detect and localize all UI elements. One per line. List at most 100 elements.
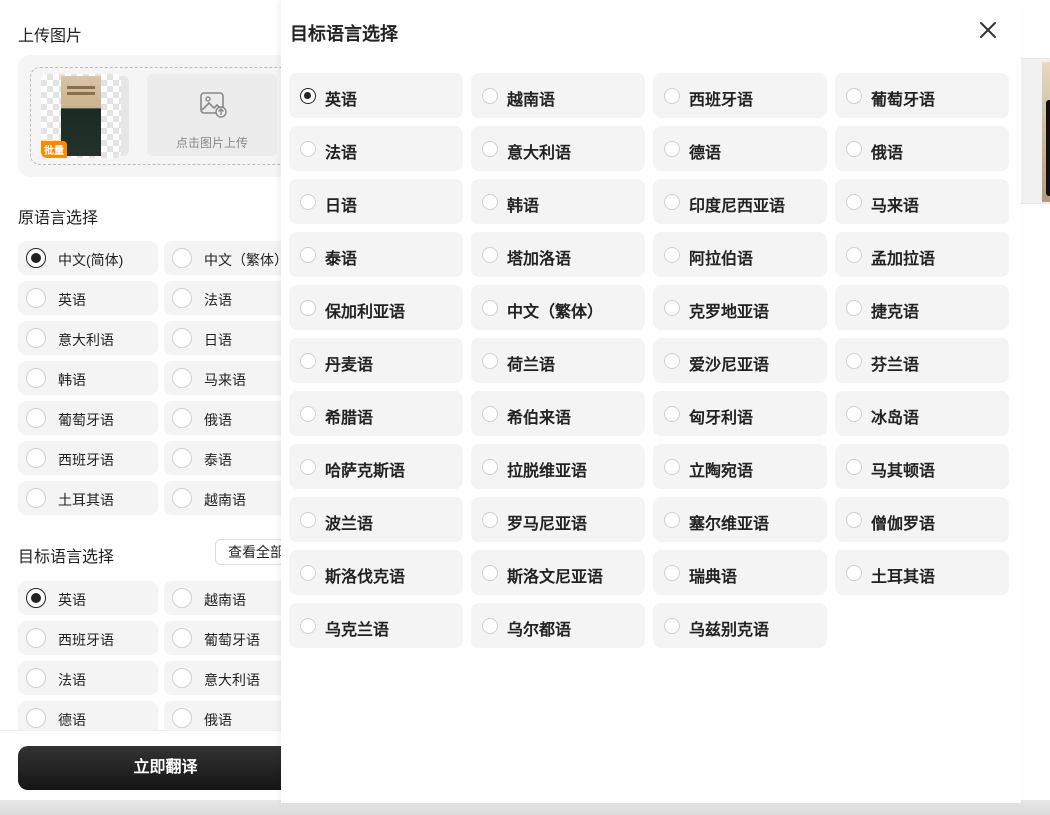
- language-option[interactable]: 泰语: [289, 232, 463, 277]
- language-option[interactable]: 西班牙语: [18, 621, 158, 655]
- radio-button[interactable]: [300, 459, 316, 475]
- radio-button[interactable]: [846, 512, 862, 528]
- language-option[interactable]: 芬兰语: [835, 338, 1009, 383]
- language-option[interactable]: 斯洛文尼亚语: [471, 550, 645, 595]
- language-option[interactable]: 英语: [289, 73, 463, 118]
- radio-button[interactable]: [172, 288, 192, 308]
- radio-button[interactable]: [300, 353, 316, 369]
- radio-button[interactable]: [300, 512, 316, 528]
- radio-button[interactable]: [664, 88, 680, 104]
- upload-dropzone[interactable]: 批量 点击图片上传: [30, 67, 300, 165]
- language-option[interactable]: 塔加洛语: [471, 232, 645, 277]
- language-option[interactable]: 法语: [289, 126, 463, 171]
- radio-button[interactable]: [172, 328, 192, 348]
- language-option[interactable]: 塞尔维亚语: [653, 497, 827, 542]
- language-option[interactable]: 俄语: [164, 401, 300, 435]
- language-option[interactable]: 印度尼西亚语: [653, 179, 827, 224]
- radio-button[interactable]: [482, 194, 498, 210]
- language-option[interactable]: 韩语: [18, 361, 158, 395]
- language-option[interactable]: 乌克兰语: [289, 603, 463, 648]
- language-option[interactable]: 希伯来语: [471, 391, 645, 436]
- language-option[interactable]: 匈牙利语: [653, 391, 827, 436]
- radio-button[interactable]: [26, 368, 46, 388]
- radio-button[interactable]: [664, 406, 680, 422]
- radio-button[interactable]: [664, 353, 680, 369]
- radio-button[interactable]: [482, 512, 498, 528]
- language-option[interactable]: 法语: [164, 281, 300, 315]
- radio-button[interactable]: [26, 248, 46, 268]
- radio-button[interactable]: [300, 141, 316, 157]
- language-option[interactable]: 英语: [18, 281, 158, 315]
- language-option[interactable]: 俄语: [835, 126, 1009, 171]
- radio-button[interactable]: [664, 565, 680, 581]
- language-option[interactable]: 保加利亚语: [289, 285, 463, 330]
- language-option[interactable]: 斯洛伐克语: [289, 550, 463, 595]
- language-option[interactable]: 拉脱维亚语: [471, 444, 645, 489]
- language-option[interactable]: 孟加拉语: [835, 232, 1009, 277]
- radio-button[interactable]: [26, 708, 46, 728]
- language-option[interactable]: 土耳其语: [18, 481, 158, 515]
- radio-button[interactable]: [300, 300, 316, 316]
- language-option[interactable]: 乌尔都语: [471, 603, 645, 648]
- language-option[interactable]: 西班牙语: [653, 73, 827, 118]
- radio-button[interactable]: [482, 353, 498, 369]
- language-option[interactable]: 越南语: [164, 481, 300, 515]
- radio-button[interactable]: [26, 628, 46, 648]
- language-option[interactable]: 马其顿语: [835, 444, 1009, 489]
- radio-button[interactable]: [664, 194, 680, 210]
- language-option[interactable]: 葡萄牙语: [164, 621, 300, 655]
- language-option[interactable]: 意大利语: [18, 321, 158, 355]
- radio-button[interactable]: [482, 141, 498, 157]
- language-option[interactable]: 葡萄牙语: [835, 73, 1009, 118]
- radio-button[interactable]: [300, 247, 316, 263]
- translate-now-button[interactable]: 立即翻译: [18, 746, 300, 790]
- radio-button[interactable]: [172, 708, 192, 728]
- language-option[interactable]: 日语: [289, 179, 463, 224]
- language-option[interactable]: 希腊语: [289, 391, 463, 436]
- radio-button[interactable]: [482, 247, 498, 263]
- language-option[interactable]: 捷克语: [835, 285, 1009, 330]
- language-option[interactable]: 冰岛语: [835, 391, 1009, 436]
- language-option[interactable]: 波兰语: [289, 497, 463, 542]
- radio-button[interactable]: [846, 406, 862, 422]
- radio-button[interactable]: [26, 488, 46, 508]
- radio-button[interactable]: [172, 448, 192, 468]
- language-option[interactable]: 意大利语: [164, 661, 300, 695]
- upload-image-button[interactable]: 点击图片上传: [147, 74, 277, 156]
- language-option[interactable]: 英语: [18, 581, 158, 615]
- radio-button[interactable]: [26, 668, 46, 688]
- language-option[interactable]: 泰语: [164, 441, 300, 475]
- radio-button[interactable]: [300, 88, 316, 104]
- radio-button[interactable]: [26, 448, 46, 468]
- radio-button[interactable]: [664, 141, 680, 157]
- language-option[interactable]: 越南语: [471, 73, 645, 118]
- radio-button[interactable]: [846, 88, 862, 104]
- radio-button[interactable]: [846, 247, 862, 263]
- language-option[interactable]: 法语: [18, 661, 158, 695]
- radio-button[interactable]: [172, 408, 192, 428]
- language-option[interactable]: 德语: [653, 126, 827, 171]
- language-option[interactable]: 立陶宛语: [653, 444, 827, 489]
- radio-button[interactable]: [172, 668, 192, 688]
- radio-button[interactable]: [846, 459, 862, 475]
- language-option[interactable]: 丹麦语: [289, 338, 463, 383]
- radio-button[interactable]: [172, 588, 192, 608]
- radio-button[interactable]: [300, 618, 316, 634]
- radio-button[interactable]: [846, 300, 862, 316]
- radio-button[interactable]: [482, 88, 498, 104]
- radio-button[interactable]: [846, 353, 862, 369]
- language-option[interactable]: 西班牙语: [18, 441, 158, 475]
- uploaded-thumbnail[interactable]: 批量: [41, 74, 135, 158]
- language-option[interactable]: 乌兹别克语: [653, 603, 827, 648]
- radio-button[interactable]: [172, 368, 192, 388]
- radio-button[interactable]: [664, 618, 680, 634]
- language-option[interactable]: 葡萄牙语: [18, 401, 158, 435]
- language-option[interactable]: 阿拉伯语: [653, 232, 827, 277]
- radio-button[interactable]: [26, 288, 46, 308]
- language-option[interactable]: 意大利语: [471, 126, 645, 171]
- radio-button[interactable]: [300, 194, 316, 210]
- radio-button[interactable]: [26, 588, 46, 608]
- language-option[interactable]: 爱沙尼亚语: [653, 338, 827, 383]
- radio-button[interactable]: [482, 406, 498, 422]
- radio-button[interactable]: [482, 300, 498, 316]
